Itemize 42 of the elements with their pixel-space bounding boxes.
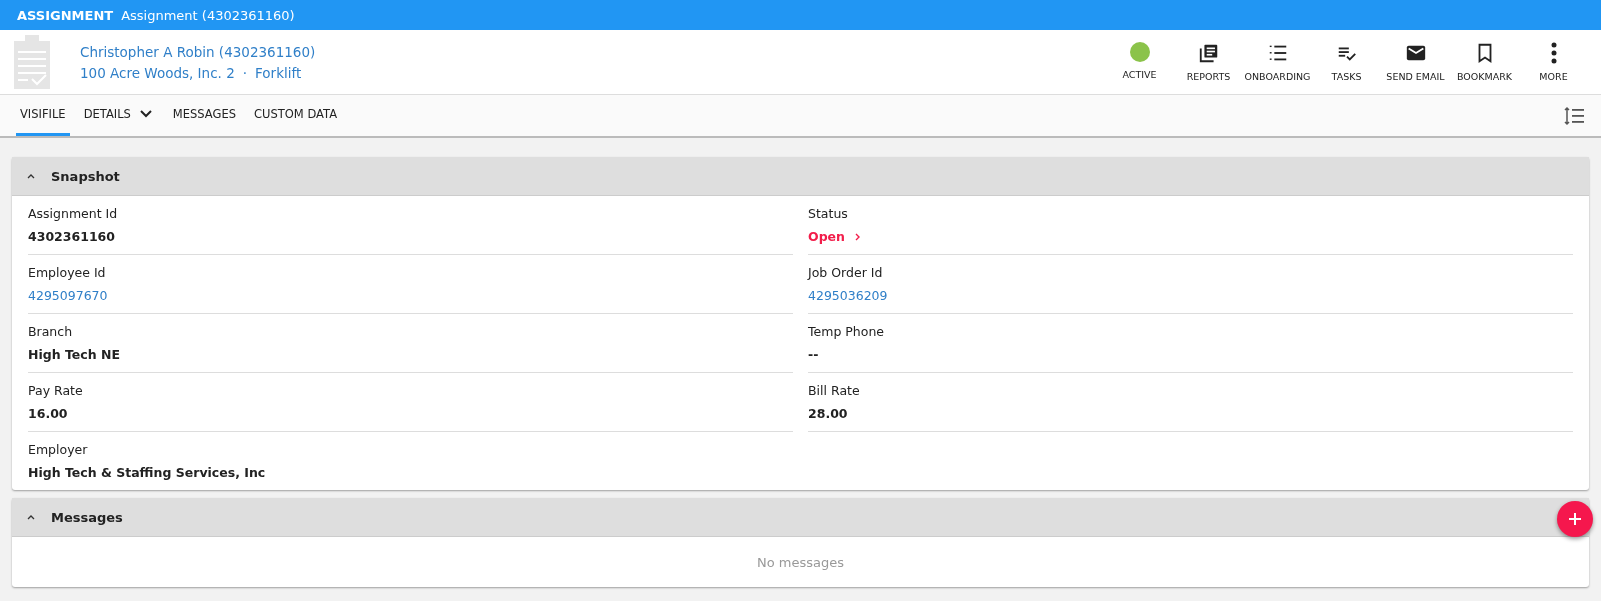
field-value: 16.00	[28, 406, 69, 421]
field-label: Temp Phone	[808, 324, 885, 339]
field-label: Bill Rate	[808, 383, 861, 398]
plus-icon	[1567, 511, 1583, 527]
status-button[interactable]: ACTIVE	[1106, 42, 1173, 82]
field-value: High Tech & Staffing Services, Inc	[28, 465, 267, 480]
clipboard-icon	[14, 35, 50, 89]
tab[interactable]: CUSTOM DATA	[250, 95, 342, 136]
field-value: --	[808, 347, 820, 362]
record-type: ASSIGNMENT	[17, 7, 114, 23]
bookmark-button[interactable]: BOOKMARK	[1451, 42, 1518, 82]
field-label: Employer	[28, 442, 89, 457]
more-button[interactable]: MORE	[1520, 42, 1587, 82]
employee-name-link[interactable]: Christopher A Robin (4302361160)	[80, 43, 316, 60]
field-value: 28.00	[808, 406, 849, 421]
status-value[interactable]: Open	[808, 229, 1573, 244]
field-label: Assignment Id	[28, 206, 119, 221]
panel-header[interactable]: Messages	[12, 498, 1589, 537]
position-link[interactable]: Forklift	[255, 64, 302, 81]
tab[interactable]: VISIFILE	[16, 95, 70, 136]
field-label: Status	[808, 206, 849, 221]
more-icon	[1550, 42, 1557, 64]
field-label: Employee Id	[28, 265, 107, 280]
tasks-button[interactable]: TASKS	[1313, 42, 1380, 82]
field-label: Branch	[28, 324, 74, 339]
tab[interactable]: MESSAGES	[168, 95, 240, 136]
onboarding-button[interactable]: ONBOARDING	[1244, 42, 1311, 82]
field-label: Pay Rate	[28, 383, 84, 398]
empty-message: No messages	[756, 554, 845, 572]
field-value: 4302361160	[28, 229, 116, 244]
field-link[interactable]: 4295097670	[28, 288, 793, 303]
field-link[interactable]: 4295036209	[808, 288, 1573, 303]
panel-header[interactable]: Snapshot	[12, 157, 1589, 196]
reports-button[interactable]: REPORTS	[1175, 42, 1242, 82]
field-label: Job Order Id	[808, 265, 884, 280]
customer-link[interactable]: 100 Acre Woods, Inc. 2	[80, 64, 235, 81]
tab[interactable]: DETAILS	[79, 95, 159, 136]
field-value: High Tech NE	[28, 347, 121, 362]
line-spacing-icon[interactable]	[1563, 104, 1585, 127]
window-title: Assignment (4302361160)	[121, 7, 295, 23]
separator: ·	[242, 64, 248, 81]
email-button[interactable]: SEND EMAIL	[1382, 42, 1449, 82]
